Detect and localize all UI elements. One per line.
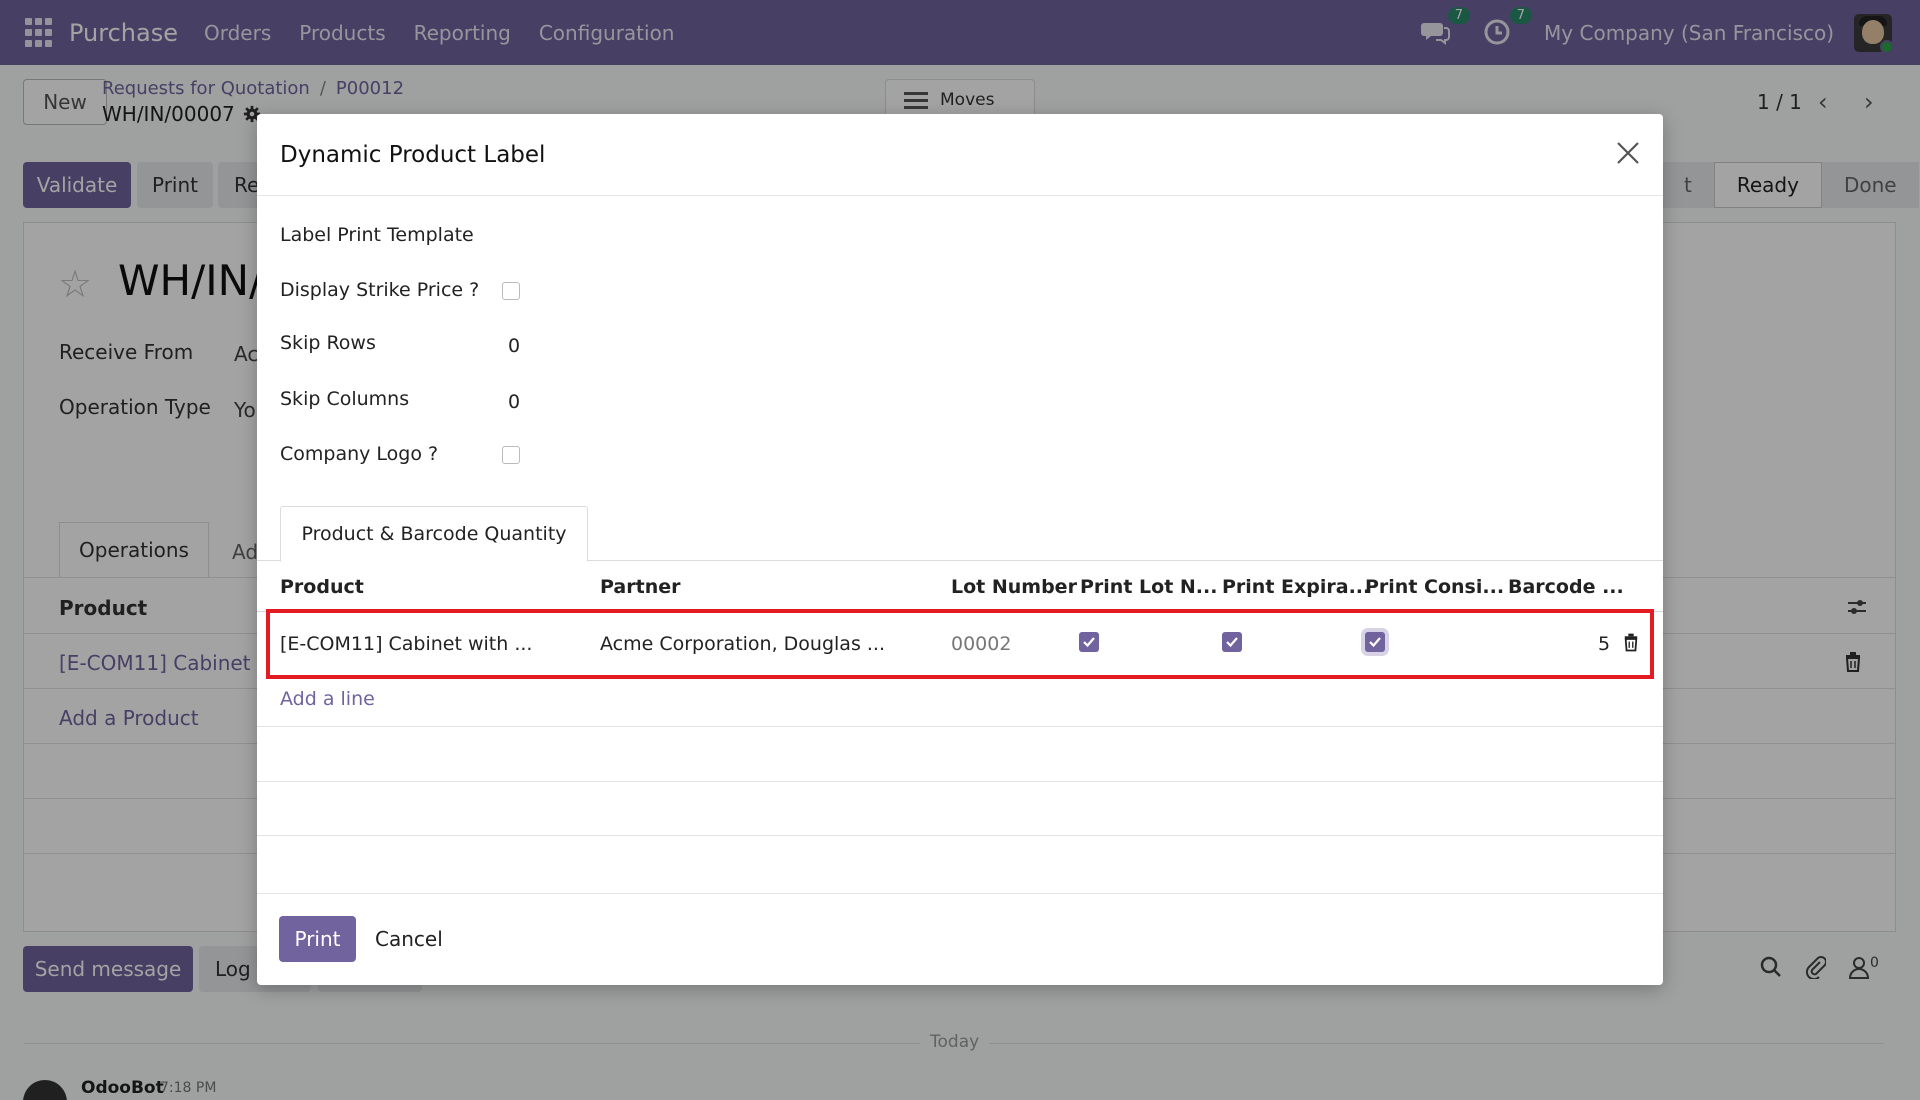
add-line-link[interactable]: Add a line xyxy=(280,688,375,710)
skip-rows-field[interactable]: 0 xyxy=(508,335,520,357)
close-icon[interactable] xyxy=(1615,140,1641,166)
row-lot-number[interactable]: 00002 xyxy=(951,633,1011,655)
check-icon xyxy=(1226,637,1238,648)
check-icon xyxy=(1369,637,1381,648)
divider xyxy=(257,781,1663,782)
column-product[interactable]: Product xyxy=(280,576,364,598)
column-barcode-qty[interactable]: Barcode ... xyxy=(1508,576,1624,598)
dynamic-product-label-dialog: Dynamic Product Label Label Print Templa… xyxy=(257,114,1663,985)
skip-columns-label: Skip Columns xyxy=(280,388,410,410)
modal-title: Dynamic Product Label xyxy=(280,142,546,168)
column-print-lot[interactable]: Print Lot N... xyxy=(1080,576,1217,598)
display-strike-price-checkbox[interactable] xyxy=(502,282,520,300)
row-barcode-qty[interactable]: 5 xyxy=(1598,633,1610,655)
footer-divider xyxy=(257,893,1663,894)
divider xyxy=(257,726,1663,727)
trash-icon[interactable] xyxy=(1623,633,1639,657)
column-partner[interactable]: Partner xyxy=(600,576,680,598)
print-consignment-checkbox[interactable] xyxy=(1365,632,1385,652)
row-product[interactable]: [E-COM11] Cabinet with ... xyxy=(280,633,532,655)
skip-rows-label: Skip Rows xyxy=(280,332,376,354)
print-lot-checkbox[interactable] xyxy=(1079,632,1099,652)
print-button[interactable]: Print xyxy=(279,916,356,962)
skip-columns-field[interactable]: 0 xyxy=(508,391,520,413)
divider xyxy=(257,835,1663,836)
column-lot-number[interactable]: Lot Number xyxy=(951,576,1077,598)
print-expiry-checkbox[interactable] xyxy=(1222,632,1242,652)
cancel-button[interactable]: Cancel xyxy=(375,916,443,962)
display-strike-price-label: Display Strike Price ? xyxy=(280,279,480,301)
label-print-template-label: Label Print Template xyxy=(280,224,474,246)
column-print-consignment[interactable]: Print Consi... xyxy=(1365,576,1504,598)
header-divider xyxy=(257,611,1663,612)
row-partner[interactable]: Acme Corporation, Douglas ... xyxy=(600,633,885,655)
check-icon xyxy=(1083,637,1095,648)
company-logo-label: Company Logo ? xyxy=(280,443,439,465)
column-print-expiry[interactable]: Print Expira... xyxy=(1222,576,1370,598)
company-logo-checkbox[interactable] xyxy=(502,446,520,464)
tab-product-barcode-quantity[interactable]: Product & Barcode Quantity xyxy=(280,506,588,562)
modal-header: Dynamic Product Label xyxy=(257,114,1663,196)
